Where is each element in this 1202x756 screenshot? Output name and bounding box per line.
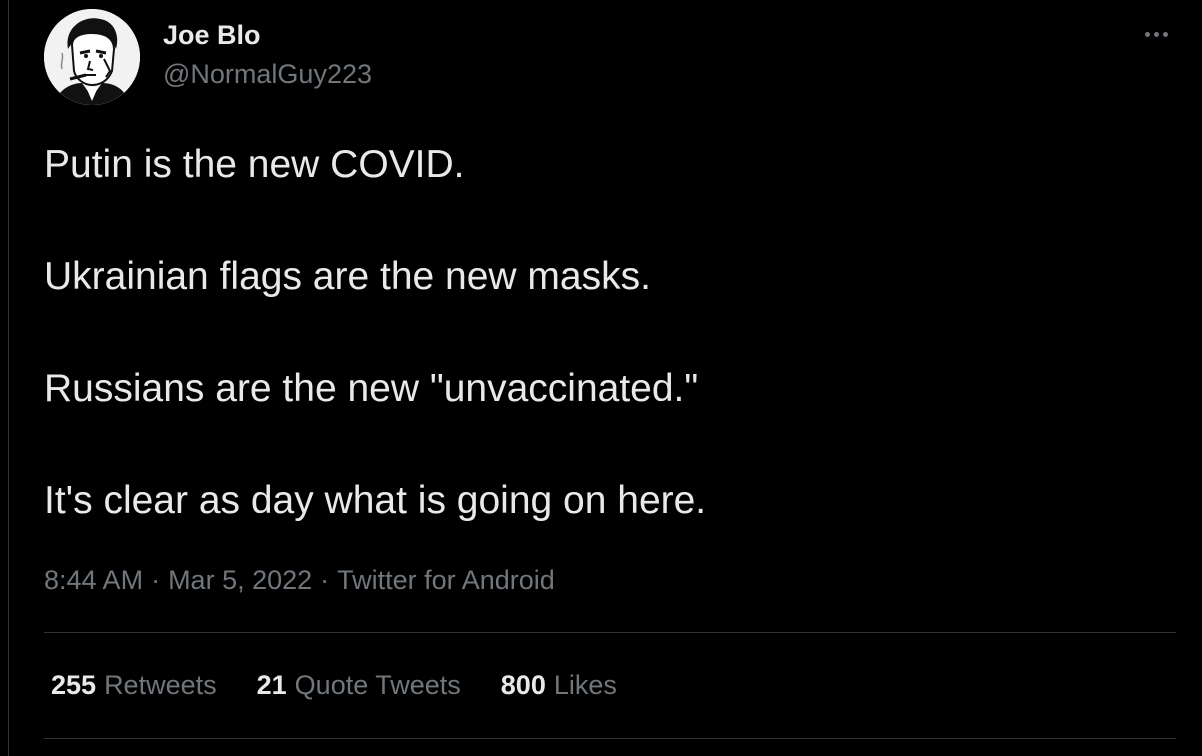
likes-count: 800 xyxy=(500,670,546,700)
tweet-metadata: 8:44 AM · Mar 5, 2022 · Twitter for Android xyxy=(44,563,555,597)
avatar[interactable] xyxy=(44,9,140,105)
tweet-text-line: Ukrainian flags are the new masks. xyxy=(44,255,651,298)
portrait-icon xyxy=(44,9,140,105)
quote-tweets-label: Quote Tweets xyxy=(294,670,461,700)
likes-stat[interactable]: 800 Likes xyxy=(501,668,617,702)
tweet-text-line: Putin is the new COVID. xyxy=(44,143,465,186)
display-name[interactable]: Joe Blo xyxy=(163,19,261,51)
user-handle[interactable]: @NormalGuy223 xyxy=(163,58,372,90)
engagement-stats: 255 Retweets 21 Quote Tweets 800 Likes xyxy=(51,668,617,702)
left-border xyxy=(8,0,9,756)
retweets-stat[interactable]: 255 Retweets xyxy=(51,668,217,702)
divider xyxy=(44,632,1176,633)
retweets-label: Retweets xyxy=(104,670,217,700)
quote-tweets-stat[interactable]: 21 Quote Tweets xyxy=(257,668,461,702)
more-dot-icon xyxy=(1153,31,1159,37)
tweet-source-link[interactable]: Twitter for Android xyxy=(337,565,555,595)
quote-tweets-count: 21 xyxy=(256,670,287,700)
more-options-button[interactable] xyxy=(1136,22,1176,46)
more-dot-icon xyxy=(1162,31,1168,37)
meta-separator: · xyxy=(320,565,330,595)
retweets-count: 255 xyxy=(51,670,97,700)
tweet-time[interactable]: 8:44 AM xyxy=(44,565,143,595)
more-dot-icon xyxy=(1144,31,1150,37)
tweet-date[interactable]: Mar 5, 2022 xyxy=(168,565,312,595)
tweet-text-line: It's clear as day what is going on here. xyxy=(44,479,707,522)
divider xyxy=(44,738,1176,739)
tweet-text-line: Russians are the new "unvaccinated." xyxy=(44,367,699,410)
meta-separator: · xyxy=(151,565,161,595)
likes-label: Likes xyxy=(553,670,617,700)
